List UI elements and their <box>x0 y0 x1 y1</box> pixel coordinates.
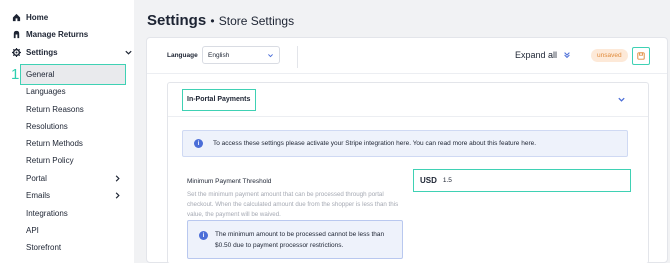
chevron-down-icon[interactable] <box>617 95 626 104</box>
sidebar-item-label: Return Reasons <box>26 105 84 114</box>
sidebar-item-label: Integrations <box>26 209 68 218</box>
language-value: English <box>208 52 230 59</box>
stripe-info-banner: i To access these settings please activa… <box>182 130 628 157</box>
sidebar-item-label: Return Methods <box>26 139 83 148</box>
save-icon <box>637 52 645 60</box>
sidebar-item-languages[interactable]: Languages <box>26 83 152 100</box>
sidebar-item-return-methods[interactable]: Return Methods <box>26 135 152 152</box>
section-header[interactable]: In-Portal Payments <box>168 83 648 117</box>
sidebar-item-label: Manage Returns <box>26 30 89 39</box>
gear-icon <box>11 48 21 58</box>
info-icon: i <box>199 231 208 240</box>
sidebar-item-label: Storefront <box>26 243 62 252</box>
amount-value: 1.5 <box>442 177 452 184</box>
settings-card: Language English Expand all unsaved In-P… <box>146 37 668 263</box>
unsaved-badge: unsaved <box>591 49 628 62</box>
chevron-down-icon <box>125 50 132 55</box>
sidebar-item-emails[interactable]: Emails <box>26 187 126 204</box>
in-portal-payments-section: In-Portal Payments i To access these set… <box>167 82 649 263</box>
chevron-right-icon <box>115 175 120 182</box>
return-icon <box>11 30 21 40</box>
expand-icon <box>564 52 570 59</box>
sidebar-item-label: Settings <box>26 48 58 57</box>
page-title-text: Settings <box>147 12 207 29</box>
sidebar-item-general[interactable]: General <box>26 66 152 83</box>
warning-text: The minimum amount to be processed canno… <box>215 231 385 249</box>
page-title: Settings • Store Settings <box>147 12 294 29</box>
chevron-right-icon <box>115 192 120 199</box>
field-label: Minimum Payment Threshold <box>187 178 272 185</box>
sidebar-item-label: Portal <box>26 174 47 183</box>
minimum-amount-warning: i The minimum amount to be processed can… <box>187 220 403 259</box>
sidebar-item-manage-returns[interactable]: Manage Returns <box>11 26 137 43</box>
info-text: To access these settings please activate… <box>213 140 537 147</box>
sidebar-item-label: Resolutions <box>26 122 68 131</box>
expand-all-button[interactable]: Expand all <box>515 50 571 60</box>
sidebar-item-return-policy[interactable]: Return Policy <box>26 152 152 169</box>
sidebar-item-label: Home <box>26 13 49 22</box>
annotation-1: 1 <box>11 66 20 83</box>
language-label: Language <box>167 52 198 59</box>
sidebar-item-label: General <box>26 70 55 79</box>
toolbar-divider <box>297 46 298 68</box>
settings-toolbar: Language English Expand all unsaved <box>147 38 667 74</box>
sidebar-item-settings[interactable]: Settings <box>11 44 137 61</box>
sidebar: Home Manage Returns Settings General Lan… <box>0 0 134 263</box>
sidebar-item-label: Languages <box>26 87 66 96</box>
currency-label: USD <box>420 176 437 185</box>
language-select[interactable]: English <box>202 46 280 64</box>
save-button[interactable] <box>632 47 650 65</box>
info-icon: i <box>194 139 203 148</box>
sidebar-item-label: Emails <box>26 191 51 200</box>
page-subtitle: Store Settings <box>218 14 295 28</box>
sidebar-item-label: Return Policy <box>26 156 74 165</box>
sidebar-item-api[interactable]: API <box>26 222 152 239</box>
sidebar-item-storefront[interactable]: Storefront <box>26 239 152 256</box>
field-help-text: Set the minimum payment amount that can … <box>187 191 399 218</box>
minimum-amount-input[interactable]: USD 1.5 <box>413 169 631 192</box>
sidebar-item-home[interactable]: Home <box>11 9 137 26</box>
sidebar-item-label: API <box>26 226 39 235</box>
home-icon <box>11 13 21 23</box>
chevron-down-icon <box>268 54 273 58</box>
section-title: In-Portal Payments <box>182 89 256 111</box>
expand-all-label: Expand all <box>515 50 558 60</box>
sidebar-item-integrations[interactable]: Integrations <box>26 205 152 222</box>
sidebar-item-return-reasons[interactable]: Return Reasons <box>26 101 152 118</box>
sidebar-item-portal[interactable]: Portal <box>26 170 126 187</box>
title-separator: • <box>210 14 215 28</box>
sidebar-item-resolutions[interactable]: Resolutions <box>26 118 152 135</box>
